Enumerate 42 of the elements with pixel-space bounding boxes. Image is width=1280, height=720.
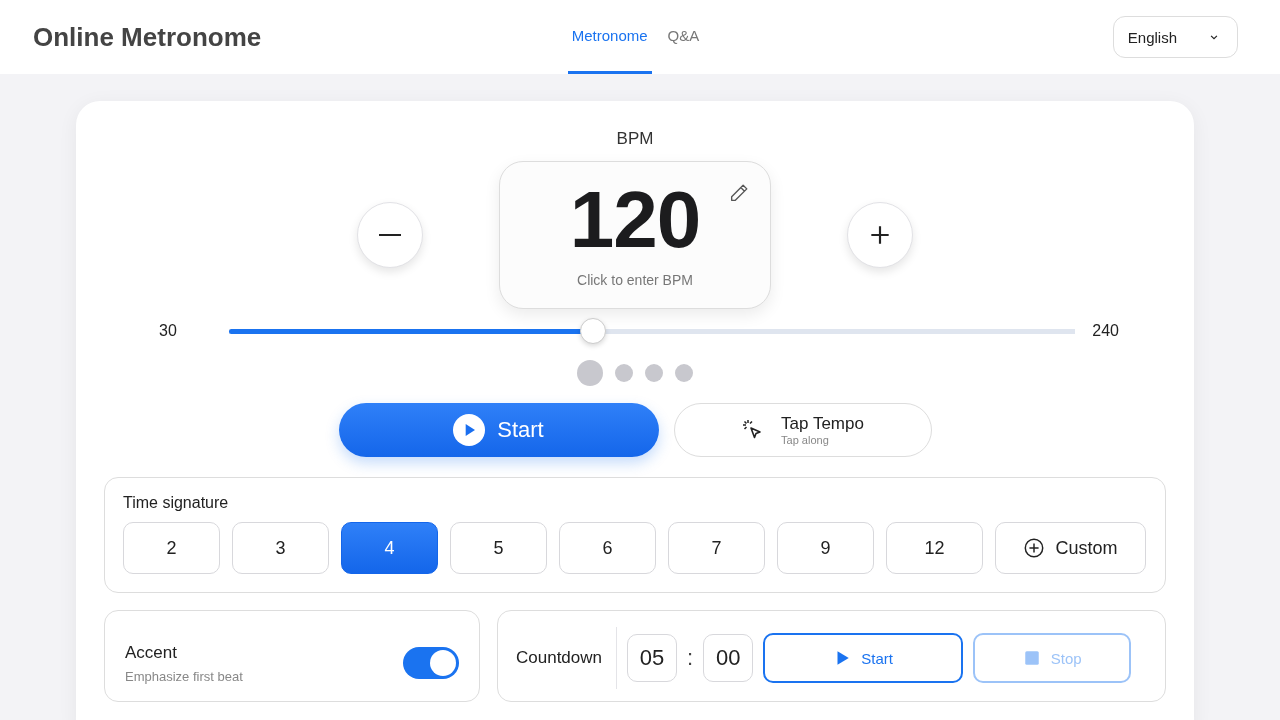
time-separator: : <box>687 645 694 671</box>
accent-toggle[interactable] <box>403 647 459 679</box>
bpm-value: 120 <box>569 180 701 260</box>
bpm-label: BPM <box>615 129 655 149</box>
beat-dot <box>615 364 633 382</box>
increase-button[interactable] <box>847 202 913 268</box>
time-signature-option[interactable]: 12 <box>886 522 983 574</box>
accent-beat-dot <box>577 360 603 386</box>
bpm-hint: Click to enter BPM <box>577 272 693 288</box>
bpm-display[interactable]: 120 Click to enter BPM <box>499 161 771 309</box>
app-title: Online Metronome <box>33 21 263 53</box>
play-icon <box>453 414 486 446</box>
start-button[interactable]: Start <box>338 403 659 457</box>
beat-dot <box>645 364 663 382</box>
time-signature-option[interactable]: 7 <box>668 522 765 574</box>
time-signature-option[interactable]: 6 <box>559 522 656 574</box>
minus-icon <box>379 234 401 236</box>
countdown-label: Countdown <box>516 627 617 689</box>
pencil-icon <box>728 182 750 204</box>
plus-circle-icon <box>1023 537 1046 559</box>
panel-title: Time signature <box>123 494 230 512</box>
accent-description: Emphasize first beat <box>125 668 243 684</box>
language-select[interactable]: English <box>1112 16 1238 58</box>
slider-thumb[interactable] <box>579 318 606 344</box>
tap-tempo-button[interactable]: Tap Tempo Tap along <box>673 403 932 457</box>
stop-icon <box>1022 649 1041 667</box>
slider-min-label: 30 <box>159 322 178 340</box>
slider-max-label: 240 <box>1091 322 1119 340</box>
time-signature-option[interactable]: 9 <box>777 522 874 574</box>
seconds-field[interactable]: 00 <box>703 634 754 682</box>
nav-tab[interactable]: Metronome <box>567 0 652 74</box>
countdown-start-button[interactable]: Start <box>763 633 964 683</box>
custom-button[interactable]: Custom <box>995 522 1146 574</box>
beat-dot <box>675 364 693 382</box>
time-signature-option[interactable]: 5 <box>450 522 547 574</box>
time-signature-option[interactable]: 4 <box>341 522 438 574</box>
nav-tab[interactable]: Q&A <box>663 0 704 74</box>
accent-title: Accent <box>125 642 178 663</box>
minutes-field[interactable]: 05 <box>627 634 677 682</box>
time-signature-option[interactable]: 2 <box>123 522 220 574</box>
decrease-button[interactable] <box>357 202 423 268</box>
time-signature-option[interactable]: 3 <box>232 522 329 574</box>
